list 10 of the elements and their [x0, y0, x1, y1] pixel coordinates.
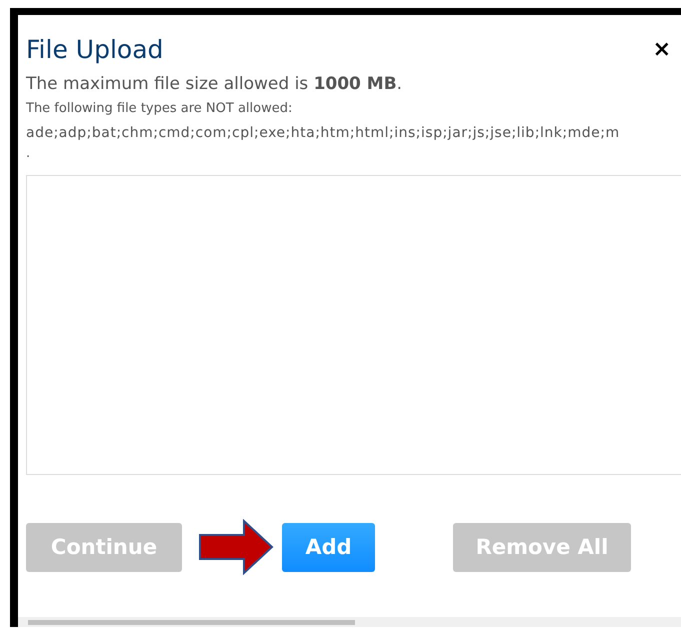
size-limit-text: The maximum file size allowed is 1000 MB. — [26, 74, 404, 94]
horizontal-scrollbar[interactable] — [18, 617, 681, 627]
file-types-list: ade;adp;bat;chm;cmd;com;cpl;exe;hta;htm;html;ins;isp;jar;js;jse;lib;lnk;mde;m — [26, 125, 681, 141]
file-types-label: The following file types are NOT allowed: — [26, 101, 294, 116]
list-end-period: . — [26, 147, 32, 161]
close-button[interactable]: × — [648, 37, 675, 62]
dialog-title: File Upload — [26, 35, 164, 64]
action-button[interactable]: Add — [282, 522, 375, 572]
arrow-icon — [198, 519, 274, 575]
upload-area[interactable] — [26, 175, 681, 475]
